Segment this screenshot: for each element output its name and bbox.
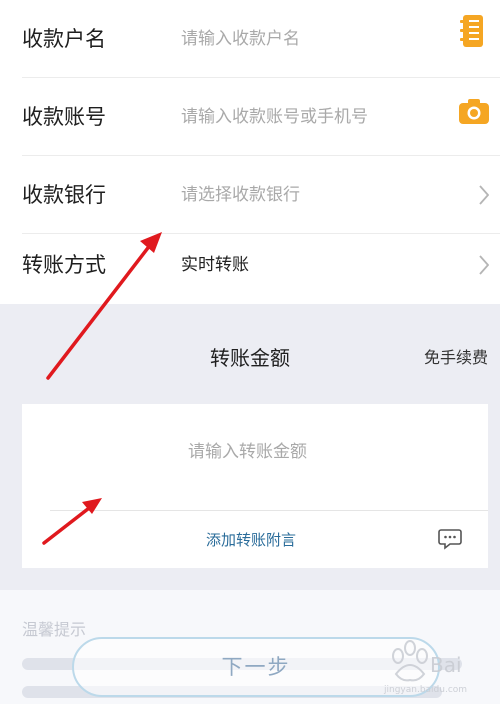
- add-remark-link[interactable]: 添加转账附言: [206, 526, 296, 554]
- payee-account-row[interactable]: 收款账号 请输入收款账号或手机号: [0, 78, 500, 156]
- message-icon[interactable]: [438, 528, 462, 550]
- payee-name-label: 收款户名: [22, 27, 106, 51]
- payee-account-label: 收款账号: [22, 105, 106, 129]
- transfer-method-label: 转账方式: [22, 253, 106, 277]
- amount-card: 请输入转账金额 添加转账附言: [22, 404, 488, 568]
- baidu-jingyan-watermark: Bai jingyan.baidu.com: [383, 640, 467, 695]
- payee-bank-label: 收款银行: [22, 183, 106, 207]
- svg-text:Bai: Bai: [430, 653, 462, 677]
- contact-book-icon[interactable]: [460, 14, 486, 48]
- chevron-right-icon: [479, 185, 489, 205]
- transfer-method-value[interactable]: 实时转账: [181, 226, 249, 304]
- payee-name-row[interactable]: 收款户名 请输入收款户名: [0, 0, 500, 78]
- tips-title: 温馨提示: [22, 620, 87, 639]
- amount-input[interactable]: 请输入转账金额: [188, 434, 307, 470]
- payee-account-input[interactable]: 请输入收款账号或手机号: [181, 78, 368, 156]
- transfer-method-row[interactable]: 转账方式 实时转账: [0, 226, 500, 304]
- free-fee-label: 免手续费: [423, 348, 488, 367]
- chevron-right-icon: [479, 255, 489, 275]
- transfer-form: 收款户名 请输入收款户名 收款账号 请输入收款账号或手机号 收款银行 请选择收款…: [0, 0, 500, 304]
- camera-icon[interactable]: [459, 98, 489, 124]
- svg-text:jingyan.baidu.com: jingyan.baidu.com: [383, 685, 467, 695]
- payee-bank-select[interactable]: 请选择收款银行: [181, 156, 300, 234]
- payee-bank-row[interactable]: 收款银行 请选择收款银行: [0, 156, 500, 234]
- payee-name-input[interactable]: 请输入收款户名: [181, 0, 300, 78]
